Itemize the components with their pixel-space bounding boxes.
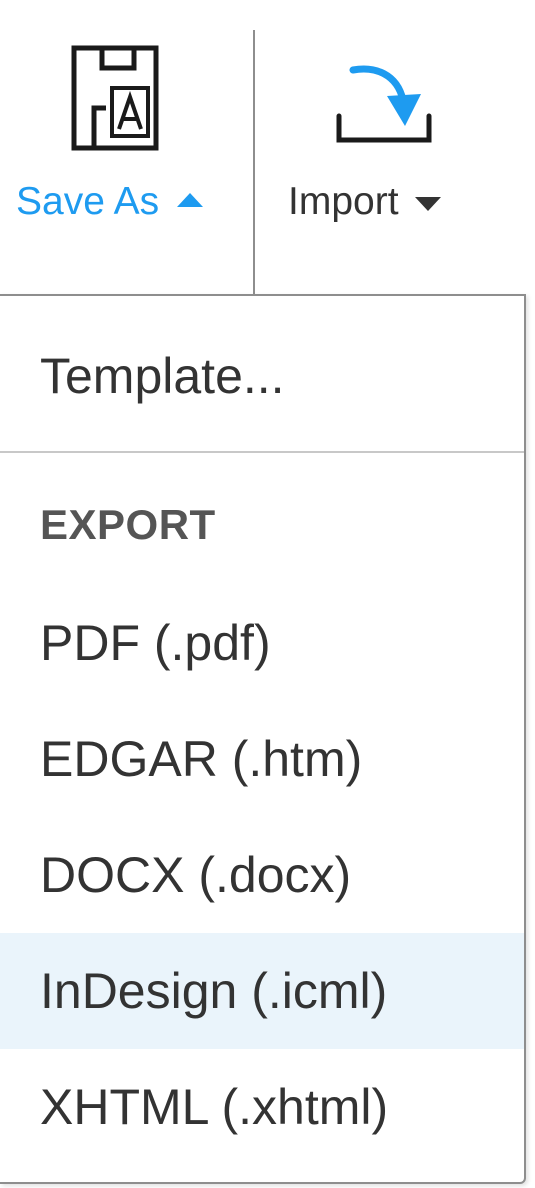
save-as-dropdown-menu: Template... EXPORT PDF (.pdf) EDGAR (.ht… xyxy=(0,294,526,1184)
menu-item-export-edgar[interactable]: EDGAR (.htm) xyxy=(0,701,524,817)
menu-item-export-indesign[interactable]: InDesign (.icml) xyxy=(0,933,524,1049)
menu-item-template[interactable]: Template... xyxy=(0,318,524,434)
save-as-template-icon xyxy=(68,42,168,159)
import-label: Import xyxy=(288,180,399,223)
import-tray-arrow-icon xyxy=(335,60,435,155)
caret-down-icon xyxy=(414,197,441,211)
menu-item-export-docx[interactable]: DOCX (.docx) xyxy=(0,817,524,933)
caret-up-icon xyxy=(177,193,204,207)
save-as-button[interactable]: Save As xyxy=(0,0,255,295)
import-button[interactable]: Import xyxy=(255,0,527,295)
menu-item-template-label: Template... xyxy=(40,348,285,404)
menu-item-label: DOCX (.docx) xyxy=(40,847,352,903)
menu-item-label: EDGAR (.htm) xyxy=(40,731,363,787)
save-as-label: Save As xyxy=(16,180,160,223)
export-section-header: EXPORT xyxy=(40,501,216,548)
save-as-label-row: Save As xyxy=(16,180,204,224)
menu-divider xyxy=(0,451,524,453)
import-label-row: Import xyxy=(288,180,441,224)
menu-item-label: InDesign (.icml) xyxy=(40,963,388,1019)
menu-item-export-xhtml[interactable]: XHTML (.xhtml) xyxy=(0,1049,524,1165)
menu-item-export-pdf[interactable]: PDF (.pdf) xyxy=(0,585,524,701)
menu-item-label: XHTML (.xhtml) xyxy=(40,1079,389,1135)
stage: Save As Import Template... EXPORT PDF (.… xyxy=(0,0,535,1188)
menu-item-label: PDF (.pdf) xyxy=(40,615,271,671)
